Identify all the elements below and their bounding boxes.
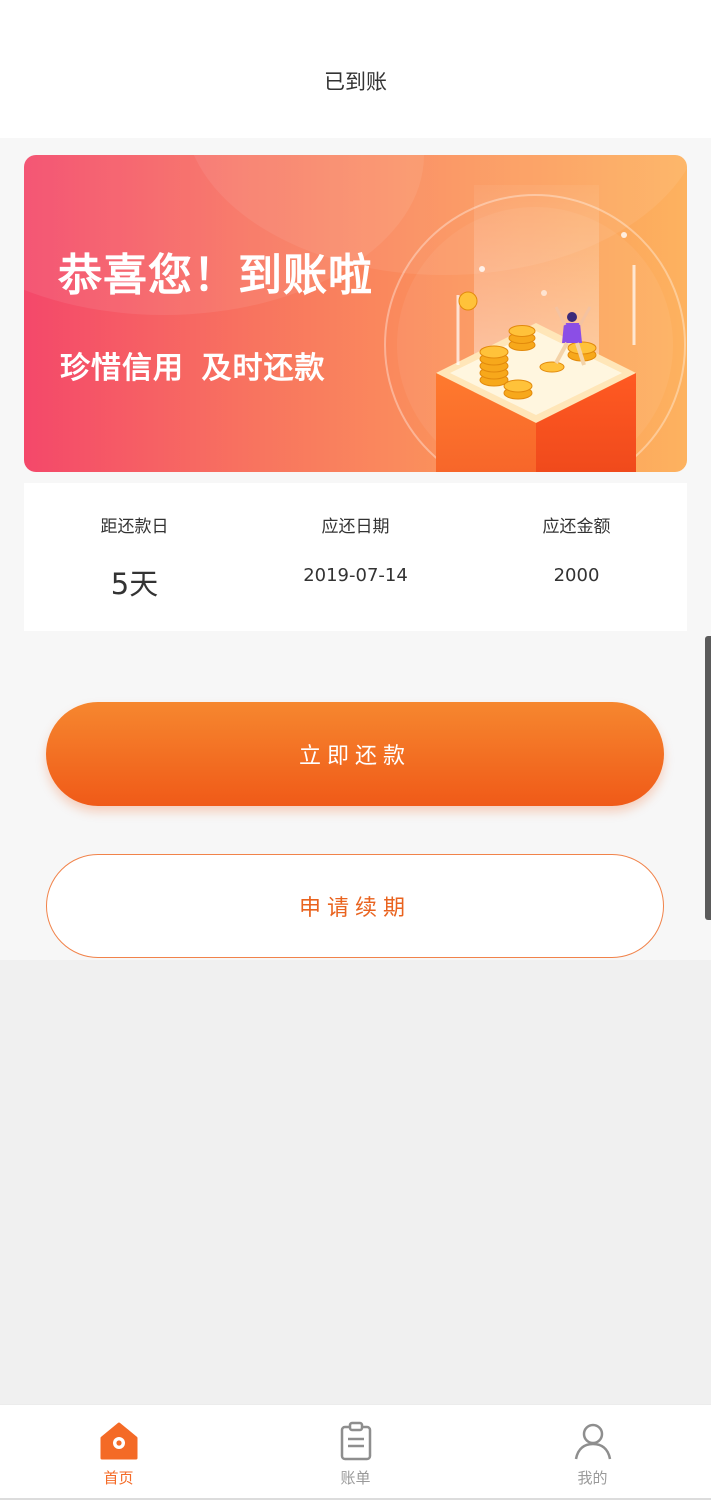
page-title: 已到账 bbox=[324, 70, 387, 94]
tab-home-label: 首页 bbox=[103, 1469, 134, 1487]
tab-mine[interactable]: 我的 bbox=[474, 1405, 711, 1501]
days-remaining-value: 5天 bbox=[110, 567, 159, 601]
edge-handle[interactable] bbox=[705, 636, 711, 920]
coins-podium-illustration bbox=[384, 185, 686, 472]
due-date-value: 2019-07-14 bbox=[303, 565, 408, 586]
top-bar: 已到账 bbox=[0, 0, 711, 138]
days-remaining-label: 距还款日 bbox=[100, 517, 169, 537]
repay-now-button[interactable]: 立即还款 bbox=[46, 702, 664, 806]
tab-bills-label: 账单 bbox=[340, 1469, 371, 1487]
tab-home[interactable]: 首页 bbox=[0, 1405, 237, 1501]
due-date-label: 应还日期 bbox=[321, 517, 390, 537]
tab-bills[interactable]: 账单 bbox=[237, 1405, 474, 1501]
tab-mine-label: 我的 bbox=[577, 1469, 608, 1487]
clipboard-icon bbox=[340, 1421, 371, 1461]
days-remaining-cell: 距还款日 5天 bbox=[24, 483, 245, 631]
apply-extension-button[interactable]: 申请续期 bbox=[46, 854, 664, 958]
repayment-summary: 距还款日 5天 应还日期 2019-07-14 应还金额 2000 bbox=[24, 483, 687, 631]
success-banner: 恭喜您！到账啦 珍惜信用 及时还款 bbox=[24, 155, 687, 472]
due-date-cell: 应还日期 2019-07-14 bbox=[245, 483, 466, 631]
amount-due-cell: 应还金额 2000 bbox=[466, 483, 687, 631]
banner-subline: 珍惜信用 及时还款 bbox=[60, 351, 326, 386]
main-content: 恭喜您！到账啦 珍惜信用 及时还款 距还款日 5天 应还日期 2019-07-1… bbox=[0, 138, 711, 960]
amount-due-label: 应还金额 bbox=[542, 517, 611, 537]
home-icon bbox=[100, 1422, 137, 1460]
bottom-tab-bar: 首页 账单 我的 bbox=[0, 1404, 711, 1501]
banner-headline: 恭喜您！到账啦 bbox=[58, 250, 373, 301]
user-icon bbox=[574, 1423, 611, 1460]
amount-due-value: 2000 bbox=[553, 565, 600, 586]
